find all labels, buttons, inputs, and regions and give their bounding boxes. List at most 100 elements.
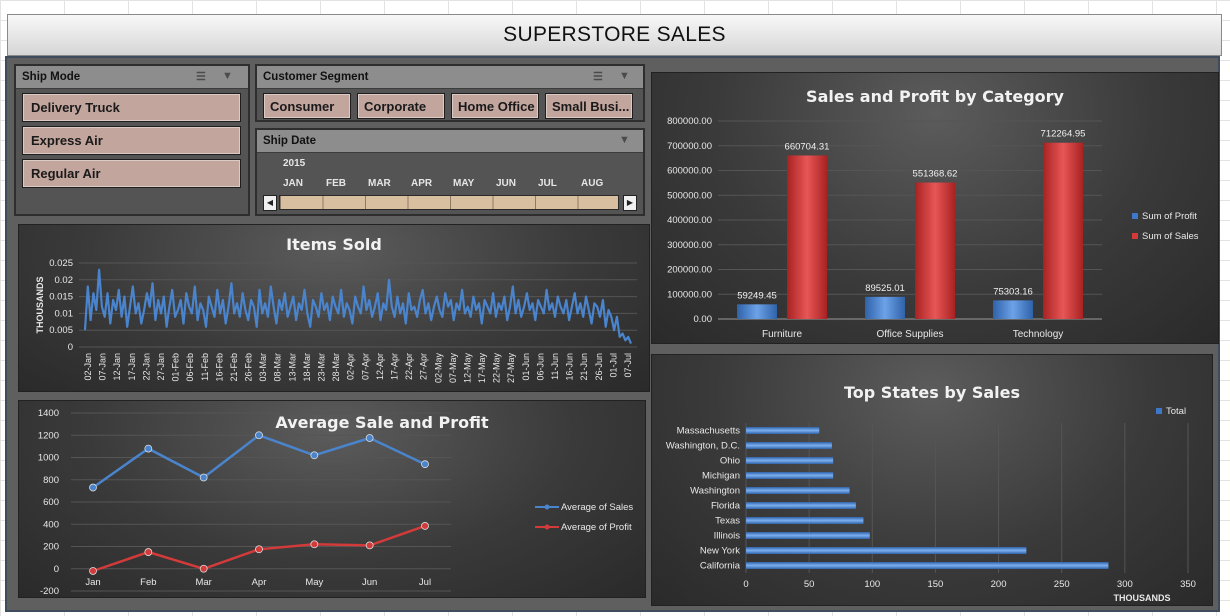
line-marker xyxy=(421,460,429,469)
y-tick-label: 800000.00 xyxy=(667,116,712,127)
x-tick-label: 350 xyxy=(1180,579,1196,590)
segment-item-label: Small Busi... xyxy=(552,98,630,114)
state-bar xyxy=(746,532,870,539)
x-axis-label: THOUSANDS xyxy=(1113,593,1170,603)
x-tick-label: 16-Feb xyxy=(214,353,224,382)
line-marker xyxy=(421,522,429,530)
line-marker xyxy=(144,548,153,556)
multi-select-icon[interactable]: ☰ xyxy=(196,70,206,83)
x-tick-label: 200 xyxy=(991,579,1007,590)
y-tick-label: Massachusetts xyxy=(677,426,741,437)
ship-mode-item[interactable]: Delivery Truck xyxy=(22,93,241,122)
dashboard-title-text: SUPERSTORE SALES xyxy=(503,23,726,46)
customer-segment-title: Customer Segment xyxy=(263,71,369,83)
x-tick-label: 01-Feb xyxy=(171,353,181,382)
clear-filter-icon[interactable]: ▼ xyxy=(619,70,630,82)
legend-swatch xyxy=(1132,233,1138,239)
x-tick-label: 02-Jan xyxy=(83,353,93,381)
timeline-bar[interactable] xyxy=(279,195,619,210)
profit-bar xyxy=(737,304,777,319)
line-marker xyxy=(310,540,319,549)
x-tick-label: 17-Apr xyxy=(389,353,399,380)
segment-item[interactable]: Consumer xyxy=(263,93,351,119)
timeline-month[interactable]: MAY xyxy=(453,178,474,189)
segment-item-label: Home Office xyxy=(458,98,535,114)
timeline-scroll-right[interactable]: ▶ xyxy=(623,195,637,211)
x-tick-label: 02-Apr xyxy=(346,353,356,380)
timeline-scroll-left[interactable]: ◀ xyxy=(263,195,277,211)
timeline-month[interactable]: JUL xyxy=(538,178,557,189)
y-tick-label: Washington, D.C. xyxy=(666,441,740,452)
x-tick-label: 12-Apr xyxy=(375,353,385,380)
legend-marker xyxy=(544,504,550,510)
line-marker xyxy=(199,564,208,573)
x-tick-label: 28-Mar xyxy=(331,353,341,382)
average-sale-profit-plot: 1400 1200 1000 800 600 400 200 0 -200 Average of … xyxy=(38,408,634,597)
x-tick-label: Jun xyxy=(362,577,377,588)
timeline-month[interactable]: MAR xyxy=(368,178,391,189)
ship-mode-item-label: Regular Air xyxy=(31,166,101,181)
clear-filter-icon[interactable]: ▼ xyxy=(222,70,233,82)
y-tick-label: Illinois xyxy=(714,531,741,542)
y-tick-label: Florida xyxy=(711,501,741,512)
timeline-year: 2015 xyxy=(283,158,306,169)
timeline-month[interactable]: JAN xyxy=(283,178,303,189)
y-tick-label: 100000.00 xyxy=(667,289,712,300)
y-tick-label: 400 xyxy=(43,519,59,530)
ship-mode-title: Ship Mode xyxy=(22,71,81,83)
ship-mode-item[interactable]: Express Air xyxy=(22,126,241,155)
y-tick-label: 700000.00 xyxy=(667,141,712,152)
legend-label: Sum of Profit xyxy=(1142,211,1197,222)
multi-select-icon[interactable]: ☰ xyxy=(593,70,603,83)
y-tick-label: Texas xyxy=(715,516,740,527)
ship-date-header: Ship Date ▼ xyxy=(257,130,643,153)
state-bar xyxy=(746,517,864,524)
x-tick-label: 0 xyxy=(743,579,748,590)
state-bar xyxy=(746,487,850,494)
y-tick-label: 200000.00 xyxy=(667,265,712,276)
y-tick-label: Ohio xyxy=(720,456,740,467)
state-bar xyxy=(746,547,1027,554)
x-tick-label: Office Supplies xyxy=(876,329,943,340)
x-tick-label: 01-Jul xyxy=(608,353,618,378)
legend-label: Sum of Sales xyxy=(1142,231,1199,242)
x-tick-label: 100 xyxy=(864,579,880,590)
sales-profit-category-chart: Sales and Profit by Category 800000.00 70… xyxy=(651,72,1219,344)
sales-bar xyxy=(1043,142,1083,319)
y-tick-label: 1400 xyxy=(38,408,59,419)
items-sold-plot: 0.025 0.02 0.015 0.01 0.005 0 THOUSANDS 02-Jan 0… xyxy=(35,258,637,384)
timeline-months: JAN FEB MAR APR MAY JUN JUL AUG xyxy=(283,178,623,192)
x-tick-label: 22-Apr xyxy=(404,353,414,380)
ship-date-timeline: Ship Date ▼ 2015 JAN FEB MAR APR MAY JUN… xyxy=(255,128,645,216)
data-label: 89525.01 xyxy=(865,283,905,294)
y-tick-label: Washington xyxy=(690,486,740,497)
clear-filter-icon[interactable]: ▼ xyxy=(619,134,630,146)
timeline-month[interactable]: AUG xyxy=(581,178,603,189)
dashboard-title: SUPERSTORE SALES xyxy=(7,14,1222,56)
segment-item[interactable]: Small Busi... xyxy=(545,93,633,119)
x-tick-label: 07-Apr xyxy=(360,353,370,380)
timeline-month[interactable]: FEB xyxy=(326,178,346,189)
profit-bar xyxy=(865,296,905,319)
y-tick-label: 0 xyxy=(54,564,59,575)
x-tick-label: 06-Jun xyxy=(535,353,545,381)
x-tick-label: Feb xyxy=(140,577,156,588)
x-tick-label: 01-Jun xyxy=(521,353,531,381)
y-tick-label: 200 xyxy=(43,542,59,553)
x-tick-label: 13-Mar xyxy=(287,353,297,382)
x-tick-label: 17-May xyxy=(477,353,487,384)
data-label: 712264.95 xyxy=(1041,129,1086,140)
timeline-month[interactable]: APR xyxy=(411,178,432,189)
y-tick-label: 400000.00 xyxy=(667,215,712,226)
segment-item[interactable]: Home Office xyxy=(451,93,539,119)
x-tick-label: 300 xyxy=(1117,579,1133,590)
segment-item[interactable]: Corporate xyxy=(357,93,445,119)
line-marker xyxy=(310,451,319,460)
y-tick-label: 0.02 xyxy=(55,275,74,286)
x-tick-label: 16-Jun xyxy=(565,353,575,381)
timeline-month[interactable]: JUN xyxy=(496,178,516,189)
y-tick-label: 1200 xyxy=(38,430,59,441)
ship-mode-item[interactable]: Regular Air xyxy=(22,159,241,188)
legend-label: Average of Profit xyxy=(561,522,632,533)
line-marker xyxy=(89,567,97,575)
